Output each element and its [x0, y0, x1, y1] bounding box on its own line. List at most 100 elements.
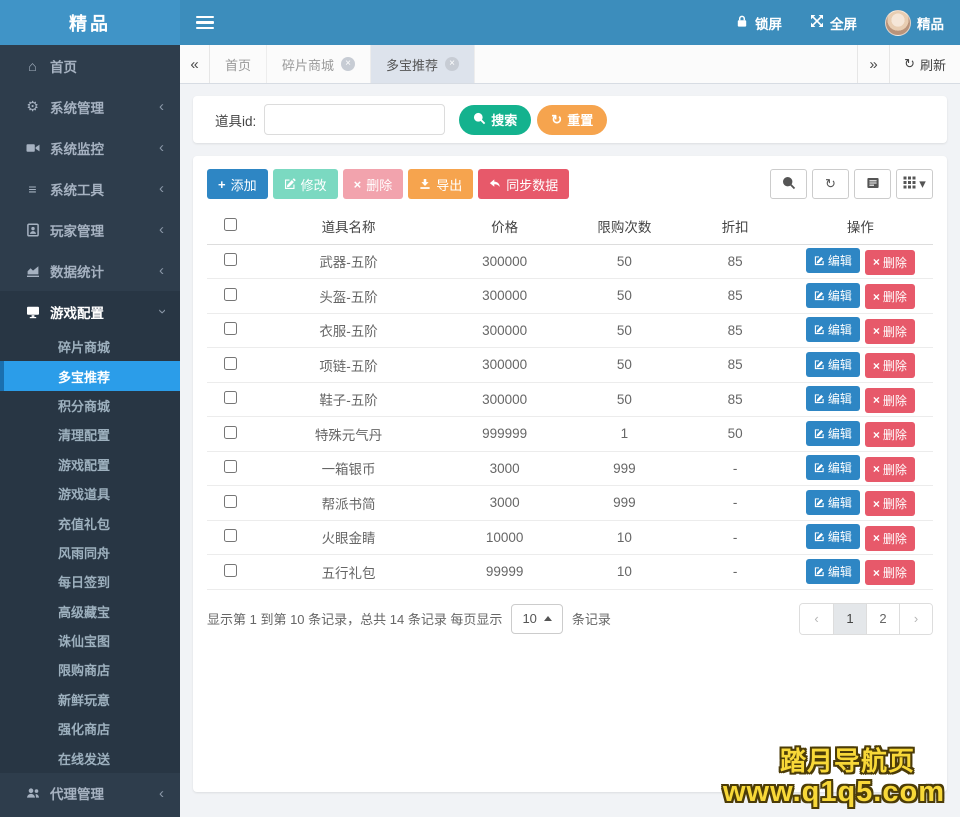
sidebar-subitem-fengyu[interactable]: 风雨同舟: [0, 538, 180, 567]
delete-button[interactable]: × 删除: [864, 560, 915, 585]
modify-button[interactable]: 修改: [272, 169, 338, 199]
table-search-button[interactable]: [770, 169, 807, 199]
sidebar-subitem-fragment-mall[interactable]: 碎片商城: [0, 332, 180, 361]
chevron-left-icon: ‹: [159, 262, 164, 279]
add-button[interactable]: + 添加: [207, 169, 268, 199]
sidebar-toggle-icon[interactable]: [196, 15, 214, 30]
cell-price: 300000: [442, 347, 567, 383]
sidebar-subitem-duobao-active[interactable]: 多宝推荐: [0, 361, 180, 391]
delete-button[interactable]: × 删除: [864, 318, 915, 344]
lock-screen-button[interactable]: 锁屏: [735, 13, 782, 33]
sidebar-subitem-game-config[interactable]: 游戏配置: [0, 450, 180, 479]
tabs-scroll-left-button[interactable]: «: [180, 45, 210, 83]
export-button[interactable]: 导出: [408, 169, 474, 199]
remove-button[interactable]: × 删除: [342, 169, 404, 199]
delete-button[interactable]: × 删除: [864, 491, 915, 516]
items-table: 道具名称 价格 限购次数 折扣 操作 武器-五阶 300000 50 85 编辑…: [207, 208, 933, 590]
item-id-label: 道具id:: [215, 113, 257, 129]
row-checkbox[interactable]: [224, 287, 238, 301]
col-header-price: 价格: [442, 208, 567, 245]
edit-button[interactable]: 编辑: [805, 282, 860, 308]
tab-home[interactable]: 首页: [210, 45, 268, 83]
delete-label: 删除: [882, 290, 907, 304]
delete-button[interactable]: × 删除: [864, 456, 915, 482]
edit-button[interactable]: 编辑: [805, 248, 860, 273]
delete-button[interactable]: × 删除: [864, 284, 915, 309]
delete-button[interactable]: × 删除: [864, 525, 915, 551]
user-menu[interactable]: 精品: [885, 9, 944, 36]
row-checkbox[interactable]: [224, 253, 238, 267]
row-checkbox[interactable]: [224, 356, 238, 370]
row-checkbox[interactable]: [224, 391, 238, 405]
delete-button[interactable]: × 删除: [864, 249, 915, 275]
edit-button[interactable]: 编辑: [805, 455, 860, 480]
delete-button[interactable]: × 删除: [864, 353, 915, 378]
sidebar-subitem-game-items[interactable]: 游戏道具: [0, 479, 180, 508]
row-checkbox[interactable]: [224, 322, 238, 336]
edit-button[interactable]: 编辑: [805, 386, 860, 411]
tab-duobao-active[interactable]: 多宝推荐 ×: [371, 45, 476, 83]
refresh-icon: ↻: [825, 176, 836, 191]
delete-button[interactable]: × 删除: [864, 422, 915, 447]
edit-button[interactable]: 编辑: [805, 351, 860, 377]
columns-dropdown-button[interactable]: ▾: [896, 169, 933, 199]
row-checkbox[interactable]: [224, 529, 238, 543]
edit-button[interactable]: 编辑: [805, 420, 860, 446]
search-panel: 道具id: 搜索 ↻ 重置: [193, 96, 947, 143]
item-id-input[interactable]: [264, 104, 446, 135]
row-checkbox[interactable]: [224, 563, 238, 577]
fullscreen-button[interactable]: 全屏: [810, 13, 857, 33]
tab-fragment-mall[interactable]: 碎片商城 ×: [267, 45, 372, 83]
sidebar-subitem-clean-config[interactable]: 清理配置: [0, 420, 180, 449]
sidebar-subitem-advanced-treasure[interactable]: 高级藏宝: [0, 597, 180, 626]
sidebar-item-player-mgmt[interactable]: 玩家管理 ‹: [0, 209, 180, 250]
table-refresh-button[interactable]: ↻: [812, 169, 849, 199]
next-page-button[interactable]: ›: [899, 603, 932, 634]
sidebar-item-agent-mgmt[interactable]: 代理管理 ‹: [0, 773, 180, 814]
reset-button[interactable]: ↻ 重置: [537, 104, 608, 135]
prev-page-button[interactable]: ‹: [800, 603, 833, 634]
refresh-tab-button[interactable]: ↻ 刷新: [889, 45, 960, 83]
page-size-dropdown[interactable]: 10: [511, 603, 563, 634]
sidebar-item-game-config[interactable]: 游戏配置 ‹: [0, 291, 180, 332]
row-checkbox[interactable]: [224, 425, 238, 439]
edit-button[interactable]: 编辑: [805, 317, 860, 342]
table-row: 鞋子-五阶 300000 50 85 编辑 × 删除: [207, 382, 933, 417]
delete-button[interactable]: × 删除: [864, 387, 915, 413]
edit-icon: [814, 393, 825, 404]
sidebar-item-system-monitor[interactable]: 系统监控 ‹: [0, 127, 180, 168]
select-all-checkbox[interactable]: [224, 217, 238, 231]
pagination-info-suffix: 条记录: [571, 612, 611, 627]
row-checkbox[interactable]: [224, 460, 238, 474]
sidebar-item-home[interactable]: ⌂ 首页: [0, 45, 180, 86]
cell-name: 帮派书简: [254, 485, 443, 521]
page-button-1[interactable]: 1: [833, 603, 866, 634]
edit-button[interactable]: 编辑: [805, 524, 860, 549]
sidebar-subitem-online-send[interactable]: 在线发送: [0, 743, 180, 772]
sidebar-subitem-fresh-fun[interactable]: 新鲜玩意: [0, 685, 180, 714]
close-icon[interactable]: ×: [341, 57, 356, 71]
sync-data-button[interactable]: 同步数据: [478, 169, 570, 199]
toggle-view-button[interactable]: [854, 169, 891, 199]
sidebar-item-label: 系统工具: [50, 182, 104, 198]
sidebar-subitem-recharge-pack[interactable]: 充值礼包: [0, 508, 180, 537]
close-icon[interactable]: ×: [445, 57, 460, 71]
tabs-scroll-right-button[interactable]: »: [857, 45, 889, 83]
sidebar-subitem-limited-shop[interactable]: 限购商店: [0, 655, 180, 684]
sidebar-item-system-tools[interactable]: ≡ 系统工具 ‹: [0, 168, 180, 209]
search-button[interactable]: 搜索: [459, 104, 532, 135]
sidebar-item-system-mgmt[interactable]: ⚙ 系统管理 ‹: [0, 86, 180, 127]
sidebar-item-data-stats[interactable]: 数据统计 ‹: [0, 250, 180, 291]
sidebar-subitem-points-mall[interactable]: 积分商城: [0, 391, 180, 420]
edit-button[interactable]: 编辑: [805, 558, 860, 584]
row-checkbox[interactable]: [224, 494, 238, 508]
sidebar-subitem-enhance-shop[interactable]: 强化商店: [0, 714, 180, 743]
page-button-2[interactable]: 2: [866, 603, 899, 634]
edit-button[interactable]: 编辑: [805, 489, 860, 515]
double-chevron-left-icon: «: [190, 55, 199, 73]
sidebar-subitem-zhuxian-map[interactable]: 诛仙宝图: [0, 626, 180, 655]
table-row: 五行礼包 99999 10 - 编辑 × 删除: [207, 554, 933, 590]
sidebar-subitem-daily-signin[interactable]: 每日签到: [0, 567, 180, 596]
table-row: 衣服-五阶 300000 50 85 编辑 × 删除: [207, 313, 933, 348]
reply-arrow-icon: [489, 178, 501, 190]
